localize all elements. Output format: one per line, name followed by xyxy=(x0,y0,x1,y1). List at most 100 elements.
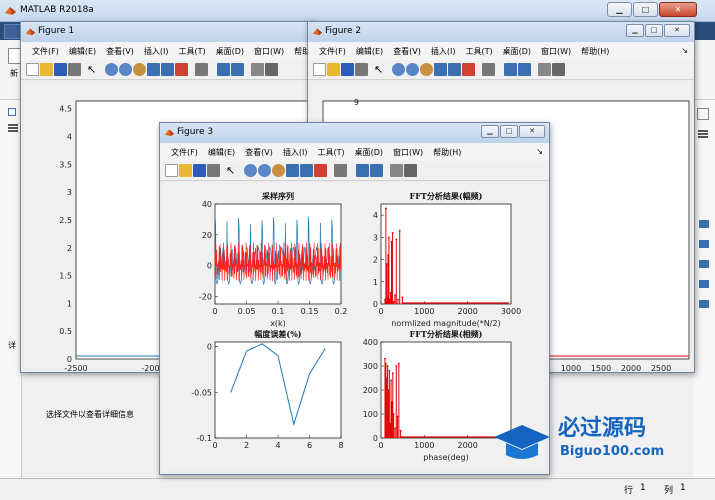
menu-item-0[interactable]: 文件(F) xyxy=(27,42,64,60)
menu-item-5[interactable]: 桌面(D) xyxy=(498,42,536,60)
link-icon[interactable] xyxy=(334,164,347,177)
menu-item-1[interactable]: 编辑(E) xyxy=(203,143,240,161)
menu-item-6[interactable]: 窗口(W) xyxy=(388,143,428,161)
brush-icon[interactable] xyxy=(314,164,327,177)
print-icon[interactable] xyxy=(355,63,368,76)
legend-icon[interactable] xyxy=(231,63,244,76)
minimize-button[interactable]: ▁ xyxy=(481,125,499,138)
list-icon[interactable] xyxy=(8,124,18,126)
menu-item-6[interactable]: 窗口(W) xyxy=(536,42,576,60)
menu-item-2[interactable]: 查看(V) xyxy=(240,143,278,161)
subplot-title: FFT分析结果(幅频) xyxy=(410,191,483,201)
brand-url: Biguo100.com xyxy=(560,444,664,459)
print-icon[interactable] xyxy=(207,164,220,177)
rotate-icon[interactable] xyxy=(147,63,160,76)
zoom-in-icon[interactable] xyxy=(392,63,405,76)
menu-item-1[interactable]: 编辑(E) xyxy=(351,42,388,60)
menu-item-2[interactable]: 查看(V) xyxy=(388,42,426,60)
pointer-icon[interactable]: ↖ xyxy=(226,164,239,177)
open-folder-icon[interactable] xyxy=(327,63,340,76)
close-button[interactable]: ✕ xyxy=(659,2,697,17)
close-button[interactable]: ✕ xyxy=(664,24,690,37)
save-icon[interactable] xyxy=(54,63,67,76)
brush-icon[interactable] xyxy=(175,63,188,76)
save-icon[interactable] xyxy=(341,63,354,76)
menu-item-3[interactable]: 插入(I) xyxy=(278,143,313,161)
legend-icon[interactable] xyxy=(370,164,383,177)
open-folder-icon[interactable] xyxy=(40,63,53,76)
menu-item-4[interactable]: 工具(T) xyxy=(173,42,210,60)
menu-item-7[interactable]: 帮助(H) xyxy=(576,42,614,60)
show-plot-tools-icon[interactable] xyxy=(265,63,278,76)
panel-options-icon[interactable] xyxy=(697,108,709,120)
menu-item-6[interactable]: 窗口(W) xyxy=(249,42,289,60)
xtick-label: 0 xyxy=(212,441,217,450)
xtick-label: 0 xyxy=(212,307,217,316)
pan-icon[interactable] xyxy=(420,63,433,76)
figure-3-title-bar[interactable]: Figure 3 ▁ □ ✕ xyxy=(160,123,549,143)
menu-item-3[interactable]: 插入(I) xyxy=(426,42,461,60)
list-icon[interactable] xyxy=(698,130,708,132)
rotate-icon[interactable] xyxy=(434,63,447,76)
maximize-button[interactable]: □ xyxy=(500,125,518,138)
data-cursor-icon[interactable] xyxy=(161,63,174,76)
menu-item-0[interactable]: 文件(F) xyxy=(314,42,351,60)
pan-icon[interactable] xyxy=(133,63,146,76)
zoom-out-icon[interactable] xyxy=(258,164,271,177)
xtick-label: 2000 xyxy=(457,441,477,450)
hide-plot-tools-icon[interactable] xyxy=(390,164,403,177)
minimize-button[interactable]: ▁ xyxy=(607,2,632,17)
close-button[interactable]: ✕ xyxy=(519,125,545,138)
zoom-out-icon[interactable] xyxy=(119,63,132,76)
colorbar-icon[interactable] xyxy=(504,63,517,76)
hide-plot-tools-icon[interactable] xyxy=(538,63,551,76)
new-file-icon[interactable] xyxy=(26,63,39,76)
ytick-label: 40 xyxy=(202,200,212,209)
figure-2-title-bar[interactable]: Figure 2 ▁ □ ✕ xyxy=(308,22,694,42)
menu-item-5[interactable]: 桌面(D) xyxy=(350,143,388,161)
folder-panel-icon[interactable] xyxy=(8,108,16,116)
menu-item-3[interactable]: 插入(I) xyxy=(139,42,174,60)
menu-item-0[interactable]: 文件(F) xyxy=(166,143,203,161)
pointer-icon[interactable]: ↖ xyxy=(87,63,100,76)
data-cursor-icon[interactable] xyxy=(300,164,313,177)
menu-item-7[interactable]: 帮助(H) xyxy=(428,143,466,161)
pointer-icon[interactable]: ↖ xyxy=(374,63,387,76)
menu-item-1[interactable]: 编辑(E) xyxy=(64,42,101,60)
link-icon[interactable] xyxy=(195,63,208,76)
menu-item-4[interactable]: 工具(T) xyxy=(460,42,497,60)
figure-1-title-bar[interactable]: Figure 1 xyxy=(21,22,315,42)
data-cursor-icon[interactable] xyxy=(448,63,461,76)
show-plot-tools-icon[interactable] xyxy=(552,63,565,76)
menu-item-4[interactable]: 工具(T) xyxy=(312,143,349,161)
minimize-button[interactable]: ▁ xyxy=(626,24,644,37)
legend-icon[interactable] xyxy=(518,63,531,76)
maximize-button[interactable]: □ xyxy=(645,24,663,37)
zoom-out-icon[interactable] xyxy=(406,63,419,76)
maximize-button[interactable]: □ xyxy=(633,2,658,17)
menu-item-2[interactable]: 查看(V) xyxy=(101,42,139,60)
open-folder-icon[interactable] xyxy=(179,164,192,177)
pan-icon[interactable] xyxy=(272,164,285,177)
save-icon[interactable] xyxy=(193,164,206,177)
figure-1-title: Figure 1 xyxy=(38,26,75,36)
print-icon[interactable] xyxy=(68,63,81,76)
stem-point xyxy=(395,365,398,367)
dock-arrow-icon[interactable]: ↘ xyxy=(531,143,549,161)
brush-icon[interactable] xyxy=(462,63,475,76)
dock-arrow-icon[interactable]: ↘ xyxy=(676,42,694,60)
colorbar-icon[interactable] xyxy=(217,63,230,76)
figure-2-xtick: 2000 xyxy=(621,364,641,371)
show-plot-tools-icon[interactable] xyxy=(404,164,417,177)
zoom-in-icon[interactable] xyxy=(105,63,118,76)
menu-item-5[interactable]: 桌面(D) xyxy=(211,42,249,60)
new-file-icon[interactable] xyxy=(165,164,178,177)
figure-2-ytick: 9 xyxy=(354,98,359,107)
rotate-icon[interactable] xyxy=(286,164,299,177)
zoom-in-icon[interactable] xyxy=(244,164,257,177)
hide-plot-tools-icon[interactable] xyxy=(251,63,264,76)
biguo-watermark-logo: 必过源码 Biguo100.com xyxy=(494,415,664,459)
colorbar-icon[interactable] xyxy=(356,164,369,177)
link-icon[interactable] xyxy=(482,63,495,76)
new-file-icon[interactable] xyxy=(313,63,326,76)
